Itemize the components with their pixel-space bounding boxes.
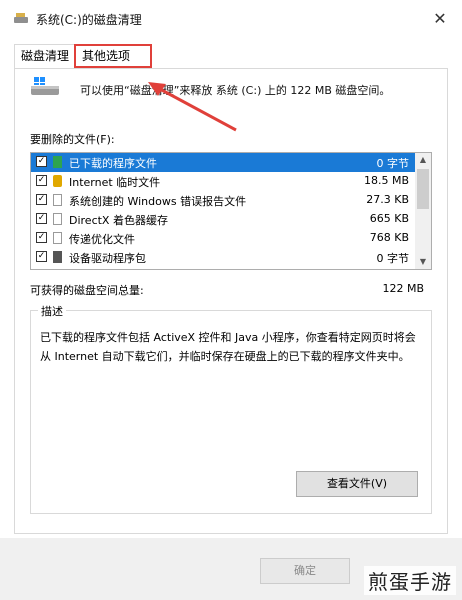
tab-disk-cleanup[interactable]: 磁盘清理 [14,44,76,68]
total-space-value: 122 MB [382,282,424,295]
watermark: 煎蛋手游 [364,566,456,595]
file-name: 系统创建的 Windows 错误报告文件 [69,195,247,208]
ok-button[interactable]: 确定 [260,558,350,584]
file-size: 0 字节 [376,157,410,170]
scroll-thumb[interactable] [417,169,429,209]
files-list: ✓ 已下载的程序文件 0 字节 ✓ Internet 临时文件 18.5 MB … [30,152,432,270]
list-item[interactable]: ✓ 系统创建的 Windows 错误报告文件 27.3 KB [31,191,415,210]
description-legend: 描述 [38,303,66,319]
title-bar: 系统(C:)的磁盘清理 ✕ [0,0,462,38]
list-item[interactable]: ✓ 设备驱动程序包 0 字节 [31,248,415,267]
file-size: 27.3 KB [366,193,409,206]
file-name: 设备驱动程序包 [69,252,146,265]
list-scrollbar[interactable]: ▲ ▼ [415,153,431,269]
checkbox[interactable]: ✓ [36,156,47,167]
file-size: 768 KB [369,231,409,244]
document-icon [53,213,62,225]
description-text: 已下载的程序文件包括 ActiveX 控件和 Java 小程序，你查看特定网页时… [40,331,416,363]
scroll-down-icon[interactable]: ▼ [415,255,431,269]
driver-package-icon [53,251,62,263]
total-space-label: 可获得的磁盘空间总量: [30,284,144,297]
scroll-up-icon[interactable]: ▲ [415,153,431,167]
checkbox[interactable]: ✓ [36,232,47,243]
checkbox[interactable]: ✓ [36,251,47,262]
list-item[interactable]: ✓ 传递优化文件 768 KB [31,229,415,248]
view-files-button[interactable]: 查看文件(V) [296,471,418,497]
drive-icon [31,77,59,95]
file-name: Internet 临时文件 [69,176,161,189]
lock-icon [53,175,62,187]
tab-other-options[interactable]: 其他选项 [74,44,152,68]
files-to-delete-label: 要删除的文件(F): [30,133,115,146]
list-item[interactable]: ✓ 已下载的程序文件 0 字节 [31,153,415,172]
window-title: 系统(C:)的磁盘清理 [36,13,142,27]
document-icon [53,194,62,206]
list-item[interactable]: ✓ Internet 临时文件 18.5 MB [31,172,415,191]
close-button[interactable]: ✕ [418,4,462,34]
file-name: 传递优化文件 [69,233,135,246]
intro-text: 可以使用“磁盘清理”来释放 系统 (C:) 上的 122 MB 磁盘空间。 [80,84,391,97]
checkbox[interactable]: ✓ [36,175,47,186]
list-item[interactable]: ✓ DirectX 着色器缓存 665 KB [31,210,415,229]
disk-cleanup-icon [14,13,28,23]
file-name: DirectX 着色器缓存 [69,214,168,227]
file-size: 0 字节 [376,252,410,265]
file-name: 已下载的程序文件 [69,157,157,170]
disk-cleanup-window: 系统(C:)的磁盘清理 ✕ 磁盘清理 其他选项 可以使用“磁盘清理”来释放 系统… [0,0,462,600]
checkbox[interactable]: ✓ [36,194,47,205]
file-size: 665 KB [369,212,409,225]
document-icon [53,232,62,244]
file-size: 18.5 MB [363,174,409,187]
tab-bar: 磁盘清理 其他选项 [14,44,454,69]
checkbox[interactable]: ✓ [36,213,47,224]
green-file-icon [53,156,62,168]
